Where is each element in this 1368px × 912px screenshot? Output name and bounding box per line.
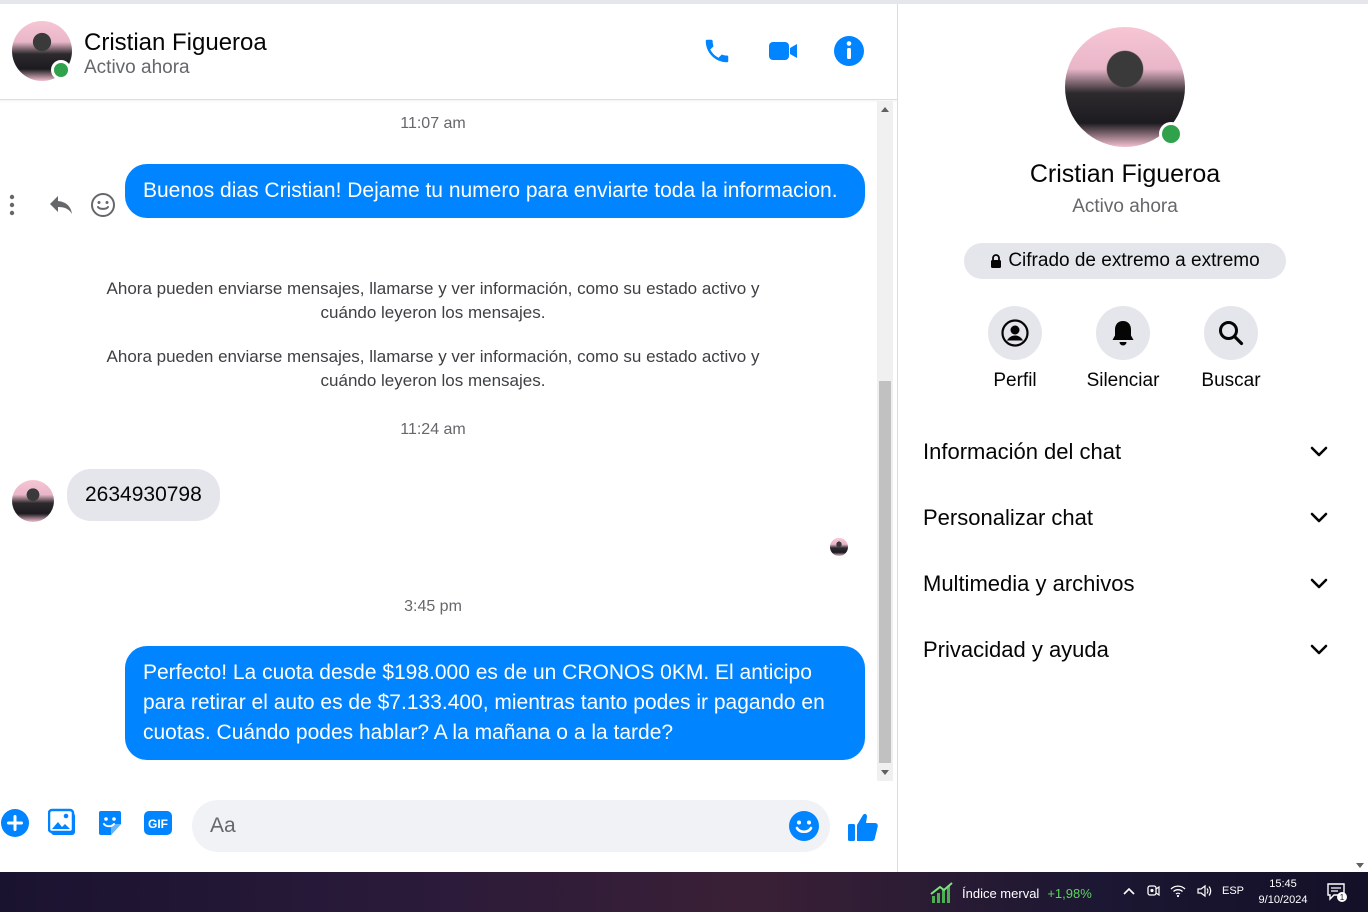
react-emoji-icon[interactable]	[82, 192, 124, 218]
notification-count: 1	[1340, 893, 1345, 902]
contact-name[interactable]: Cristian Figueroa	[84, 29, 267, 57]
chevron-down-icon	[1310, 512, 1328, 523]
section-label: Personalizar chat	[923, 505, 1093, 530]
info-scrollbar[interactable]	[1352, 4, 1368, 872]
message-input[interactable]	[210, 810, 770, 842]
message-actions	[2, 190, 124, 220]
composer: GIF	[0, 796, 897, 860]
section-label: Multimedia y archivos	[923, 571, 1135, 596]
online-indicator	[1159, 122, 1183, 146]
chevron-up-icon[interactable]	[1122, 886, 1136, 896]
meet-now-icon[interactable]	[1146, 883, 1160, 899]
chevron-down-icon	[1310, 644, 1328, 655]
read-receipt-avatar	[830, 538, 848, 556]
ticker-change: +1,98%	[1047, 885, 1092, 901]
clock-date: 9/10/2024	[1258, 894, 1308, 906]
like-button[interactable]	[846, 810, 880, 844]
smiley-icon	[789, 811, 819, 841]
message-scrollbar[interactable]	[877, 101, 893, 781]
timestamp: 11:24 am	[400, 421, 466, 438]
image-icon	[48, 808, 75, 835]
clock-time: 15:45	[1269, 878, 1297, 890]
section-label: Privacidad y ayuda	[923, 637, 1109, 662]
info-icon	[834, 36, 864, 66]
outgoing-message[interactable]: Buenos dias Cristian! Dejame tu numero p…	[125, 164, 865, 218]
profile-action[interactable]: Perfil	[961, 306, 1069, 392]
section-privacy-help[interactable]: Privacidad y ayuda	[923, 628, 1328, 672]
mute-action-label: Silenciar	[1086, 370, 1160, 391]
section-chat-info[interactable]: Información del chat	[923, 430, 1328, 474]
ticker-name: Índice merval	[962, 885, 1040, 901]
contact-status: Activo ahora	[84, 57, 190, 78]
video-call-button[interactable]	[766, 34, 800, 68]
search-action-label: Buscar	[1201, 370, 1261, 391]
timestamp: 3:45 pm	[404, 598, 462, 615]
phone-icon	[705, 39, 729, 63]
section-label: Información del chat	[923, 439, 1122, 464]
thumbs-up-icon	[848, 813, 878, 841]
chat-pane: Cristian Figueroa Activo ahora 11:07 am …	[0, 4, 897, 872]
chevron-down-icon	[1310, 578, 1328, 589]
plus-circle-icon	[1, 809, 29, 837]
more-options-icon[interactable]	[2, 194, 22, 216]
bell-icon	[1112, 321, 1134, 346]
sticker-icon	[99, 811, 121, 835]
message-input-box[interactable]	[192, 800, 830, 852]
emoji-button[interactable]	[788, 810, 820, 842]
encryption-badge[interactable]: Cifrado de extremo a extremo	[964, 243, 1286, 279]
incoming-message[interactable]: 2634930798	[67, 469, 220, 521]
chevron-down-icon	[1310, 446, 1328, 457]
profile-icon	[1001, 319, 1029, 347]
stock-chart-icon	[930, 882, 953, 903]
video-camera-icon	[769, 42, 797, 60]
attach-image-button[interactable]	[46, 806, 80, 840]
lock-icon	[991, 254, 1002, 268]
profile-action-label: Perfil	[993, 370, 1037, 391]
notification-center-button[interactable]: 1	[1326, 882, 1348, 907]
online-indicator	[51, 60, 71, 80]
reply-icon[interactable]	[40, 194, 82, 216]
system-tray	[1122, 883, 1212, 899]
profile-name: Cristian Figueroa	[1029, 160, 1221, 188]
section-customize-chat[interactable]: Personalizar chat	[923, 496, 1328, 540]
encryption-label: Cifrado de extremo a extremo	[1008, 250, 1260, 271]
market-ticker-widget[interactable]: Índice merval +1,98%	[930, 882, 1092, 904]
conversation-info-button[interactable]	[832, 34, 866, 68]
svg-text:GIF: GIF	[148, 817, 168, 831]
clock[interactable]: 15:45 9/10/2024	[1252, 876, 1314, 908]
scroll-down-arrow[interactable]	[1356, 863, 1364, 868]
conversation-info-panel: Cristian Figueroa Activo ahora Cifrado d…	[897, 4, 1368, 872]
chat-header: Cristian Figueroa Activo ahora	[0, 4, 897, 100]
gif-button[interactable]: GIF	[141, 806, 175, 840]
input-language[interactable]: ESP	[1222, 885, 1244, 897]
timestamp: 11:07 am	[400, 115, 466, 132]
sender-avatar[interactable]	[12, 480, 54, 522]
mute-action[interactable]: Silenciar	[1069, 306, 1177, 392]
system-notice: Ahora pueden enviarse mensajes, llamarse…	[106, 279, 760, 322]
scroll-down-arrow[interactable]	[881, 770, 889, 775]
section-media-files[interactable]: Multimedia y archivos	[923, 562, 1328, 606]
scroll-thumb[interactable]	[879, 381, 891, 763]
search-action[interactable]: Buscar	[1177, 306, 1285, 392]
windows-taskbar: Índice merval +1,98% ESP 15:45 9/10/2024…	[0, 872, 1368, 912]
gif-icon: GIF	[144, 811, 172, 835]
message-list[interactable]: 11:07 am Buenos dias Cristian! Dejame tu…	[0, 101, 876, 781]
more-actions-button[interactable]	[0, 806, 32, 840]
outgoing-message[interactable]: Perfecto! La cuota desde $198.000 es de …	[125, 646, 865, 760]
profile-status: Activo ahora	[1072, 196, 1178, 217]
system-notice: Ahora pueden enviarse mensajes, llamarse…	[106, 347, 760, 390]
sticker-button[interactable]	[93, 806, 127, 840]
voice-call-button[interactable]	[700, 34, 734, 68]
search-icon	[1219, 321, 1244, 346]
scroll-up-arrow[interactable]	[881, 107, 889, 112]
notification-icon: 1	[1327, 883, 1347, 902]
wifi-icon[interactable]	[1170, 884, 1186, 898]
volume-icon[interactable]	[1196, 884, 1212, 898]
